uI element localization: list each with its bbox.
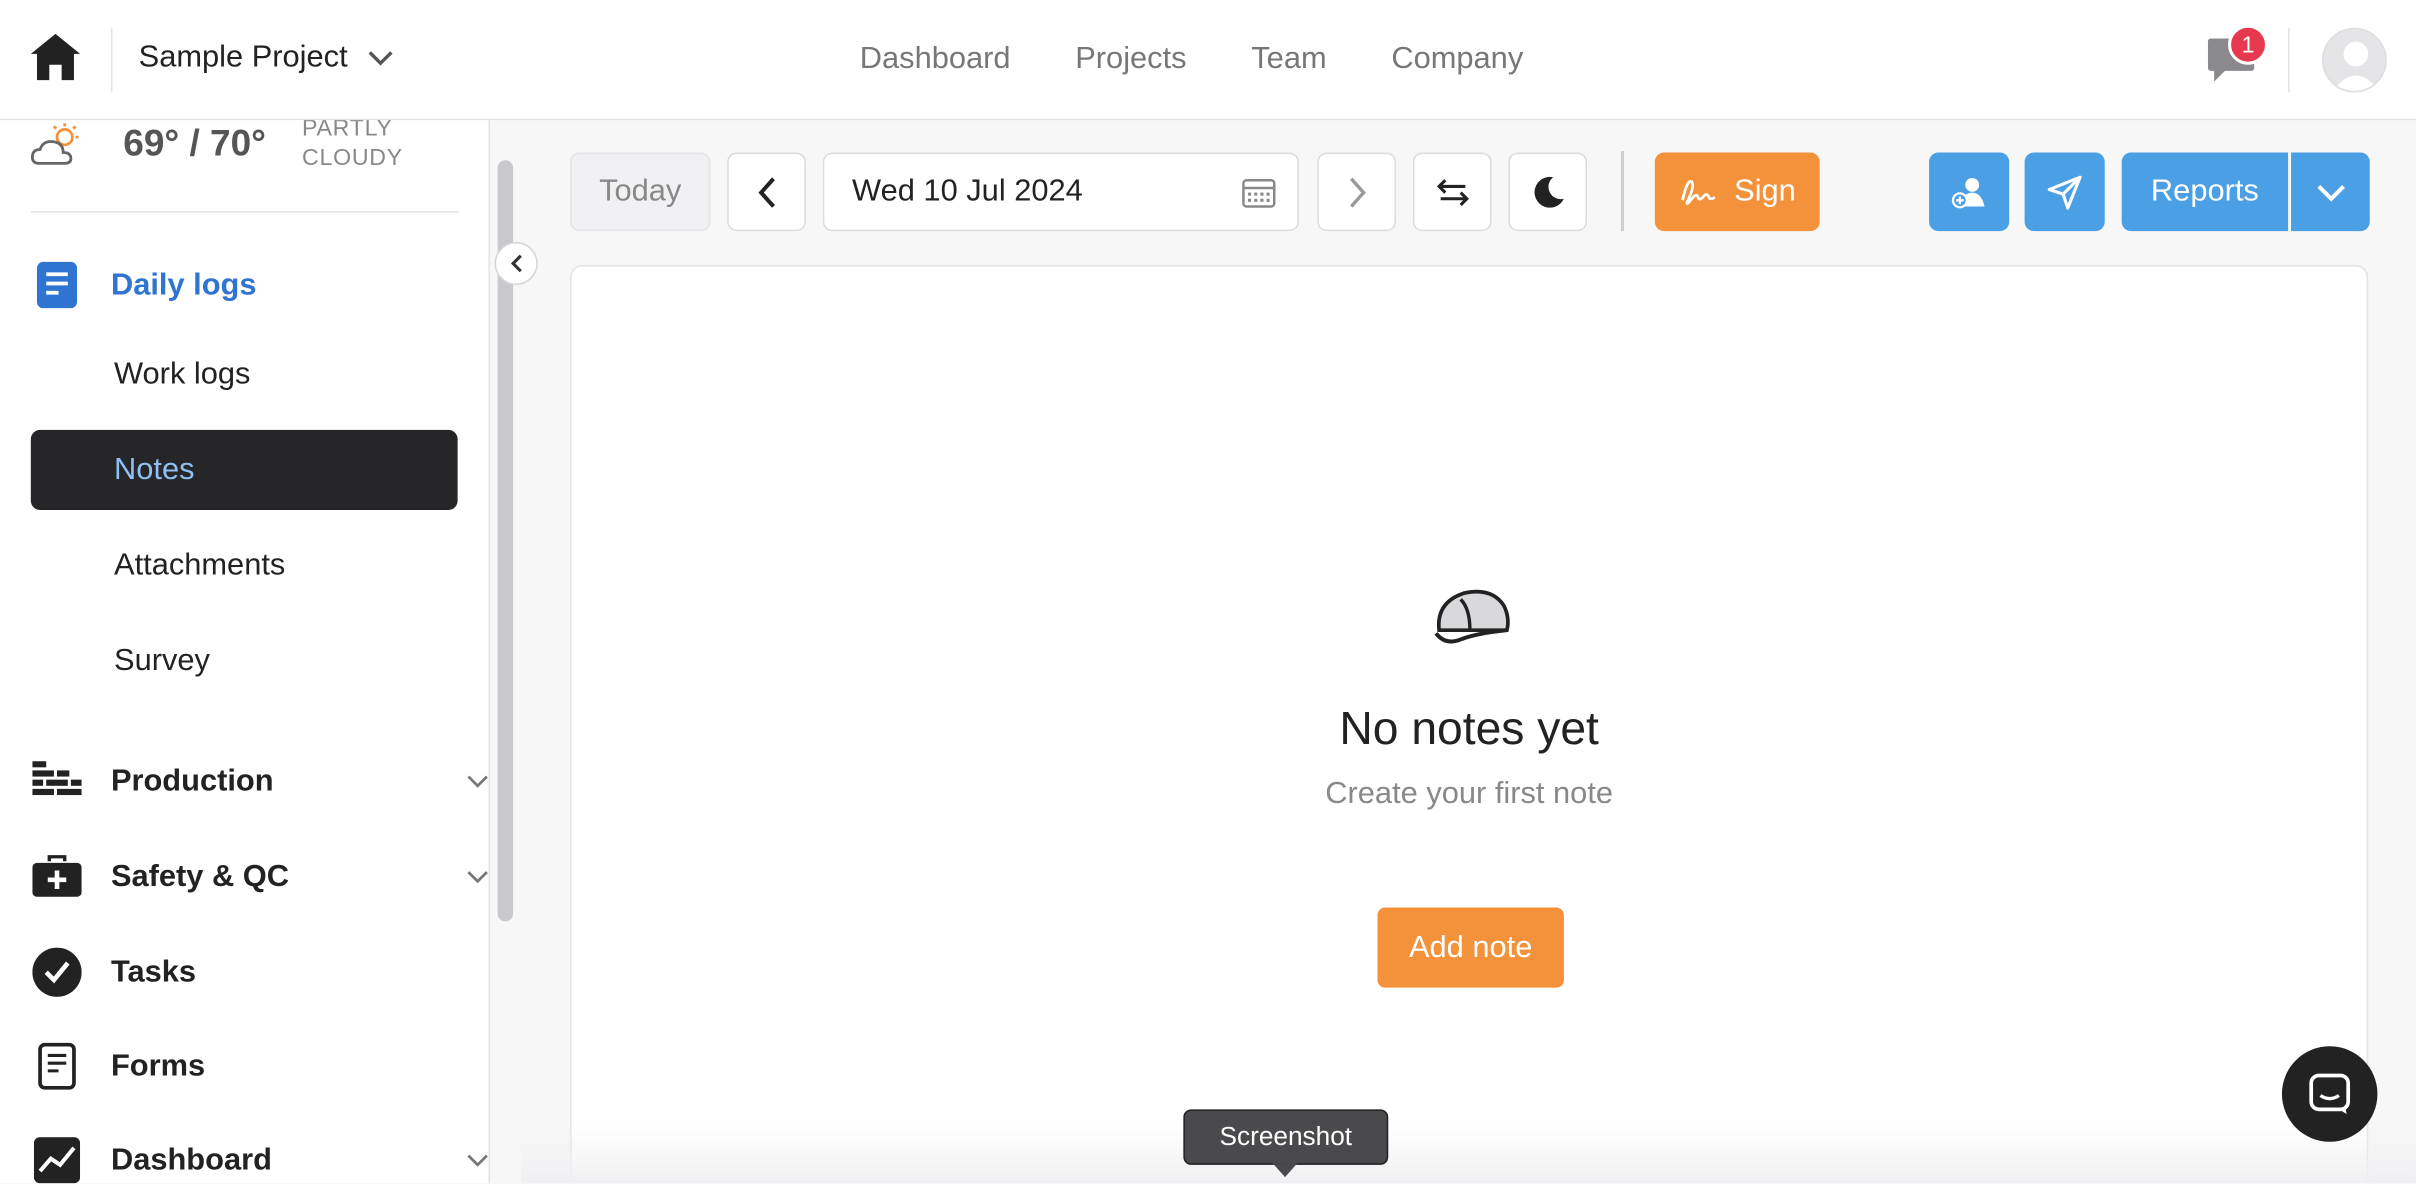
reports-dropdown-button[interactable] (2289, 152, 2370, 232)
chevron-right-icon (1349, 176, 1366, 207)
chevron-left-icon (757, 176, 775, 208)
sidebar-item-label: Tasks (110, 954, 197, 989)
add-note-button[interactable]: Add note (1377, 907, 1564, 988)
sidebar-item-tasks[interactable]: Tasks (31, 946, 489, 998)
top-bar: Sample Project Dashboard Projects Team C… (0, 0, 2416, 121)
chevron-down-icon (467, 775, 488, 788)
header-divider (110, 27, 113, 93)
empty-state-title: No notes yet (1339, 704, 1599, 755)
document-icon (31, 259, 83, 311)
sidebar-item-notes[interactable]: Notes (30, 429, 458, 511)
weather-condition: PARTLY CLOUDY (302, 120, 403, 172)
sidebar-item-attachments[interactable]: Attachments (31, 525, 458, 605)
sidebar-item-label: Dashboard (110, 1142, 272, 1177)
bricks-icon (31, 755, 83, 807)
signature-icon (1681, 179, 1717, 205)
tooltip-arrow (1272, 1163, 1298, 1178)
nav-team[interactable]: Team (1251, 42, 1326, 77)
avatar[interactable] (2321, 27, 2387, 93)
chevron-down-icon (2316, 184, 2345, 201)
sidebar-item-label: Forms (110, 1048, 206, 1083)
notification-badge: 1 (2227, 24, 2269, 65)
swap-button[interactable] (1412, 152, 1492, 232)
sign-label: Sign (1734, 174, 1796, 209)
nav-company[interactable]: Company (1391, 42, 1523, 77)
weather-widget: 69° / 70° PARTLY CLOUDY (30, 120, 462, 212)
sign-button[interactable]: Sign (1654, 152, 1820, 232)
divider (30, 211, 460, 213)
nav-projects[interactable]: Projects (1075, 42, 1186, 77)
weather-condition-line2: CLOUDY (301, 144, 403, 172)
user-icon (2332, 41, 2379, 91)
chevron-down-icon (368, 50, 392, 65)
project-selector[interactable]: Sample Project (139, 40, 394, 75)
sidebar-item-label: Safety & QC (110, 858, 290, 893)
chevron-left-icon (510, 254, 522, 273)
app-root: Sample Project Dashboard Projects Team C… (0, 0, 2416, 1184)
dark-mode-button[interactable] (1508, 152, 1588, 232)
swap-icon (1436, 178, 1469, 206)
sidebar-item-daily-logs[interactable]: Daily logs (31, 259, 489, 311)
hard-hat-icon (1434, 589, 1510, 644)
main-nav: Dashboard Projects Team Company (860, 42, 1523, 77)
partly-cloudy-icon (30, 123, 79, 165)
chevron-down-icon (467, 1154, 488, 1167)
date-value: Wed 10 Jul 2024 (852, 174, 1083, 209)
sidebar-item-work-logs[interactable]: Work logs (31, 334, 458, 414)
home-icon[interactable] (28, 31, 83, 83)
form-icon (31, 1040, 83, 1092)
add-user-button[interactable] (1929, 152, 2010, 232)
send-button[interactable] (2024, 152, 2105, 232)
date-picker-input[interactable]: Wed 10 Jul 2024 (822, 152, 1299, 232)
sidebar-item-label: Production (110, 763, 274, 798)
project-name: Sample Project (138, 40, 348, 74)
chevron-down-icon (467, 871, 488, 884)
sidebar-item-survey[interactable]: Survey (31, 621, 458, 701)
sidebar-item-production[interactable]: Production (31, 755, 489, 807)
temperature: 69° / 70° (123, 123, 266, 165)
bottom-fade (520, 1124, 2416, 1184)
sidebar-item-dashboard[interactable]: Dashboard (31, 1134, 489, 1184)
calendar-icon (1242, 179, 1276, 208)
sidebar-item-label: Daily logs (110, 267, 257, 302)
sidebar-item-safety-qc[interactable]: Safety & QC (31, 851, 489, 903)
send-icon (2047, 174, 2082, 209)
support-chat-button[interactable] (2281, 1046, 2378, 1142)
sidebar: 69° / 70° PARTLY CLOUDY Daily logs Work … (0, 120, 490, 1184)
weather-condition-line1: PARTLY (301, 120, 393, 142)
first-aid-kit-icon (31, 851, 83, 903)
sidebar-item-forms[interactable]: Forms (31, 1040, 489, 1092)
screenshot-tooltip: Screenshot (1183, 1109, 1389, 1165)
reports-button[interactable]: Reports (2121, 152, 2289, 232)
next-day-button[interactable] (1317, 152, 1396, 232)
notes-panel: No notes yet Create your first note Add … (570, 265, 2369, 1184)
empty-state-subtitle: Create your first note (1325, 776, 1614, 811)
chart-icon (31, 1134, 83, 1184)
toolbar-divider (1620, 150, 1625, 232)
moon-icon (1533, 176, 1564, 207)
today-button[interactable]: Today (570, 152, 711, 232)
previous-day-button[interactable] (727, 152, 806, 232)
check-circle-icon (31, 946, 83, 998)
add-user-icon (1951, 177, 1985, 208)
header-divider (2288, 27, 2290, 93)
chat-bubble-icon (2309, 1073, 2351, 1114)
nav-dashboard[interactable]: Dashboard (860, 42, 1011, 77)
collapse-sidebar-button[interactable] (494, 241, 538, 286)
